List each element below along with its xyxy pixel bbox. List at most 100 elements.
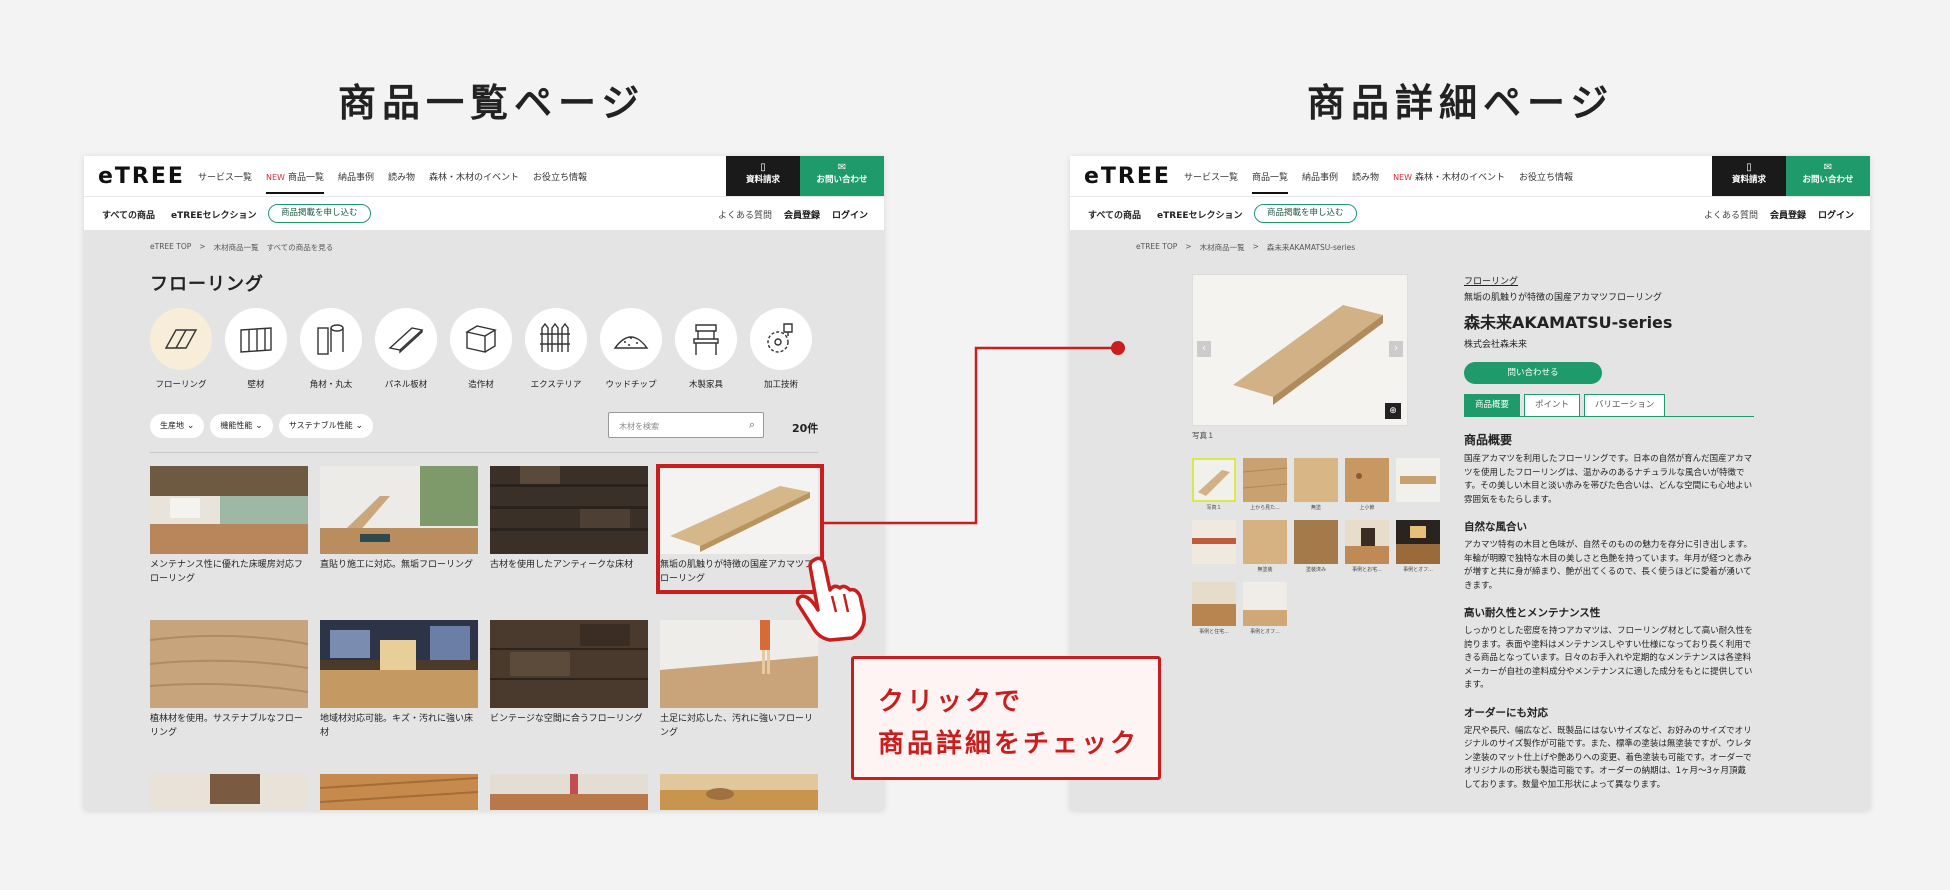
product-card[interactable] [660,774,818,810]
section-heading: オーダーにも対応 [1464,706,1548,719]
nav-item-products[interactable]: 商品一覧 [1252,170,1289,194]
prev-image-button[interactable]: ‹ [1197,341,1211,357]
category-label: 壁材 [247,380,265,390]
nav-item-services[interactable]: サービス一覧 [1184,170,1238,183]
nav-item-events[interactable]: NEW 森林・木材のイベント [1393,170,1505,183]
nav-item-products[interactable]: NEW 商品一覧 [266,170,324,194]
thumbnail[interactable]: 事例とお宅... [1345,520,1389,573]
contact-button[interactable]: ✉ お問い合わせ [1786,156,1870,196]
thumbnail[interactable]: 塗装済み [1294,520,1338,573]
subnav-selection[interactable]: eTREEセレクション [1157,208,1242,221]
thumbnail[interactable]: 事例とオフ... [1243,582,1287,635]
subnav-selection[interactable]: eTREEセレクション [171,208,256,221]
category-lumber[interactable]: 角材・丸太 [300,308,362,390]
breadcrumb-home[interactable]: eTREE TOP [1136,242,1177,253]
filter-performance[interactable]: 機能性能 [210,414,273,438]
thumbnail[interactable]: 事例とオフ... [1396,520,1440,573]
breadcrumb-all[interactable]: すべての商品を見る [267,242,334,253]
site-logo[interactable]: eTREE [98,164,185,189]
product-card[interactable]: 直貼り施工に対応。無垢フローリング [320,466,478,572]
category-exterior[interactable]: エクステリア [525,308,587,390]
tab-overview[interactable]: 商品概要 [1464,394,1521,416]
section-heading: 高い耐久性とメンテナンス性 [1464,607,1601,619]
product-card[interactable]: メンテナンス性に優れた床暖房対応フローリング [150,466,308,586]
product-image [490,466,648,554]
product-card[interactable]: 植林材を使用。サステナブルなフローリング [150,620,308,740]
thumbnail-label: 塗装済み [1305,567,1326,573]
tab-points[interactable]: ポイント [1524,394,1581,416]
category-processing[interactable]: 加工技術 [750,308,812,390]
search-icon[interactable]: ⌕ [749,418,755,432]
thumbnail[interactable] [1192,520,1236,564]
listing-apply-button[interactable]: 商品掲載を申し込む [268,204,371,223]
category-panel[interactable]: パネル板材 [375,308,437,390]
contact-button[interactable]: ✉ お問い合わせ [800,156,884,196]
category-flooring[interactable]: フローリング [150,308,212,390]
product-card[interactable] [150,774,308,810]
filter-origin[interactable]: 生産地 [150,414,205,438]
category-furniture[interactable]: 木製家具 [675,308,737,390]
next-image-button[interactable]: › [1389,341,1403,357]
thumbnail[interactable]: 事例と住宅... [1192,582,1236,635]
sub-right-links: よくある質問 会員登録 ログイン [1704,208,1854,221]
request-docs-button[interactable]: ▯ 資料請求 [1712,156,1786,196]
thumbnail[interactable]: 無塗装 [1243,520,1287,573]
thumbnail[interactable]: 写真１ [1192,458,1236,511]
product-card[interactable]: 古材を使用したアンティークな床材 [490,466,648,572]
listing-apply-button[interactable]: 商品掲載を申し込む [1254,204,1357,223]
category-molding[interactable]: 造作材 [450,308,512,390]
subnav-all-products[interactable]: すべての商品 [1088,208,1141,221]
thumbnail-label: 事例と住宅... [1199,629,1229,635]
product-image [320,466,478,554]
tab-variations[interactable]: バリエーション [1584,394,1666,416]
nav-item-tips[interactable]: お役立ち情報 [533,170,587,183]
inquiry-button[interactable]: 問い合わせる [1464,362,1602,384]
breadcrumb-home[interactable]: eTREE TOP [150,242,191,253]
photo-caption: 写真１ [1192,431,1215,440]
zoom-icon[interactable]: ⊕ [1385,403,1401,419]
faq-link[interactable]: よくある質問 [1704,208,1758,221]
nav-item-events[interactable]: 森林・木材のイベント [429,170,519,183]
filter-sustainable[interactable]: サステナブル性能 [278,414,374,438]
mail-icon: ✉ [837,162,847,173]
product-card[interactable]: ビンテージな空間に合うフローリング [490,620,648,726]
nav-item-articles[interactable]: 読み物 [1352,170,1379,183]
panel-board-icon [388,327,424,354]
section-heading: 自然な風合い [1464,521,1527,533]
nav-item-articles[interactable]: 読み物 [388,170,415,183]
category-label: 木製家具 [688,380,723,390]
sub-nav: すべての商品 eTREEセレクション [102,208,257,221]
breadcrumb-sep: > [199,242,206,251]
breadcrumb-wood-list[interactable]: 木材商品一覧 [1200,242,1245,253]
product-card[interactable] [320,774,478,810]
sub-header: すべての商品 eTREEセレクション 商品掲載を申し込む よくある質問 会員登録… [1070,196,1870,230]
product-card[interactable] [490,774,648,810]
nav-item-cases[interactable]: 納品事例 [338,170,374,183]
breadcrumb-sep: > [1185,242,1192,251]
product-card[interactable]: 地域材対応可能。キズ・汚れに強い床材 [320,620,478,740]
faq-link[interactable]: よくある質問 [718,208,772,221]
subnav-all-products[interactable]: すべての商品 [102,208,155,221]
category-link[interactable]: フローリング [1464,274,1754,287]
category-label: 加工技術 [763,380,798,390]
product-main-image: ‹ › ⊕ [1192,274,1408,426]
site-logo[interactable]: eTREE [1084,164,1171,189]
category-wall[interactable]: 壁材 [225,308,287,390]
nav-item-tips[interactable]: お役立ち情報 [1519,170,1573,183]
thumbnail[interactable] [1396,458,1440,502]
category-woodchip[interactable]: ウッドチップ [600,308,662,390]
nav-item-cases[interactable]: 納品事例 [1302,170,1338,183]
login-link[interactable]: ログイン [1818,208,1854,221]
register-link[interactable]: 会員登録 [1770,208,1806,221]
thumbnail[interactable]: 無塗 [1294,458,1338,511]
search-input[interactable]: 木材を検索 ⌕ [608,412,764,438]
login-link[interactable]: ログイン [832,208,868,221]
request-docs-button[interactable]: ▯ 資料請求 [726,156,800,196]
callout-line-1: クリックで [878,687,1024,717]
product-image [660,466,818,554]
nav-item-services[interactable]: サービス一覧 [198,170,252,183]
breadcrumb-wood-list[interactable]: 木材商品一覧 [214,242,259,253]
thumbnail[interactable]: 上小節 [1345,458,1389,511]
thumbnail[interactable]: 上から見た... [1243,458,1287,511]
register-link[interactable]: 会員登録 [784,208,820,221]
